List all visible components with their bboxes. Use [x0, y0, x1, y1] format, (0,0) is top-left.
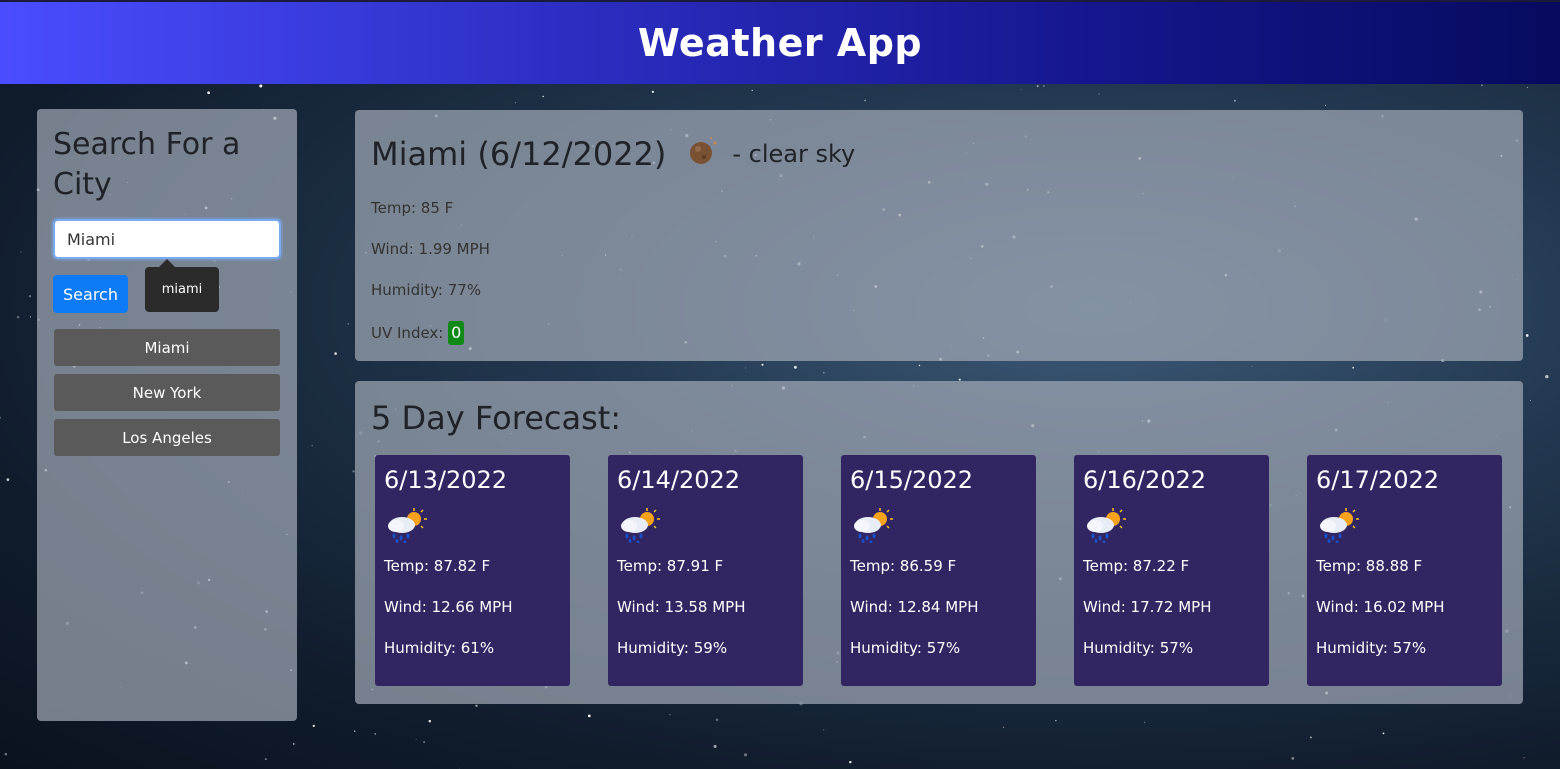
forecast-humidity: Humidity: 59%: [617, 639, 728, 657]
current-weather-title: Miami (6/12/2022) - clear sky: [371, 132, 1507, 176]
search-history-list: Miami New York Los Angeles: [53, 329, 281, 456]
forecast-humidity: Humidity: 61%: [384, 639, 495, 657]
current-temp: Temp: 85 F: [371, 199, 454, 217]
current-uv: UV Index: 0: [371, 321, 1507, 345]
current-condition: - clear sky: [732, 140, 856, 168]
rain-sun-icon: [854, 508, 893, 544]
forecast-humidity: Humidity: 57%: [1316, 639, 1427, 657]
autocomplete-tooltip[interactable]: miami: [145, 259, 219, 312]
rain-sun-icon: [1320, 508, 1359, 544]
current-weather-panel: Miami (6/12/2022) - clear sky Temp: 85 F…: [355, 110, 1523, 361]
forecast-card: 6/15/2022 Temp: 86.59 F Wind: 12.84 MPH …: [841, 455, 1036, 686]
rain-sun-icon: [1087, 508, 1126, 544]
forecast-temp: Temp: 86.59 F: [850, 557, 957, 575]
current-city-date: Miami (6/12/2022): [371, 135, 667, 173]
forecast-humidity: Humidity: 57%: [1083, 639, 1194, 657]
forecast-heading: 5 Day Forecast:: [371, 399, 622, 437]
search-sidebar: Search For a City Search miami Miami New…: [37, 109, 297, 721]
current-wind: Wind: 1.99 MPH: [371, 240, 490, 258]
forecast-wind: Wind: 17.72 MPH: [1083, 598, 1212, 616]
forecast-temp: Temp: 87.22 F: [1083, 557, 1190, 575]
forecast-temp: Temp: 87.82 F: [384, 557, 491, 575]
uv-index-badge: 0: [448, 321, 465, 345]
forecast-date: 6/15/2022: [850, 466, 974, 494]
forecast-temp: Temp: 88.88 F: [1316, 557, 1423, 575]
forecast-card: 6/14/2022 Temp: 87.91 F Wind: 13.58 MPH …: [608, 455, 803, 686]
rain-sun-icon: [621, 508, 660, 544]
app-header: Weather App: [0, 0, 1560, 84]
forecast-date: 6/13/2022: [384, 466, 508, 494]
forecast-wind: Wind: 12.84 MPH: [850, 598, 979, 616]
forecast-date: 6/16/2022: [1083, 466, 1207, 494]
forecast-card: 6/16/2022 Temp: 87.22 F Wind: 17.72 MPH …: [1074, 455, 1269, 686]
forecast-card: 6/13/2022 Temp: 87.82 F Wind: 12.66 MPH …: [375, 455, 570, 686]
history-button-los-angeles[interactable]: Los Angeles: [54, 419, 280, 456]
forecast-humidity: Humidity: 57%: [850, 639, 961, 657]
forecast-wind: Wind: 13.58 MPH: [617, 598, 746, 616]
current-humidity: Humidity: 77%: [371, 281, 482, 299]
city-search-input[interactable]: [53, 219, 281, 259]
clear-sky-night-icon: [690, 136, 717, 164]
search-heading: Search For a City: [53, 127, 241, 202]
history-button-miami[interactable]: Miami: [54, 329, 280, 366]
uv-label: UV Index:: [371, 324, 444, 342]
rain-sun-icon: [388, 508, 427, 544]
history-button-new-york[interactable]: New York: [54, 374, 280, 411]
forecast-temp: Temp: 87.91 F: [617, 557, 724, 575]
forecast-wind: Wind: 16.02 MPH: [1316, 598, 1445, 616]
search-button[interactable]: Search: [53, 275, 128, 313]
forecast-cards: 6/13/2022 Temp: 87.82 F Wind: 12.66 MPH …: [371, 455, 1507, 686]
forecast-card: 6/17/2022 Temp: 88.88 F Wind: 16.02 MPH …: [1307, 455, 1502, 686]
forecast-wind: Wind: 12.66 MPH: [384, 598, 513, 616]
app-title: Weather App: [637, 21, 923, 65]
forecast-panel: 5 Day Forecast: 6/13/2022 Temp: 87.82 F …: [355, 381, 1523, 704]
forecast-date: 6/14/2022: [617, 466, 741, 494]
forecast-date: 6/17/2022: [1316, 466, 1440, 494]
search-row: Search miami: [53, 259, 281, 313]
